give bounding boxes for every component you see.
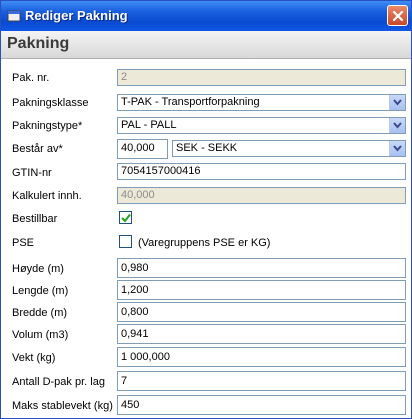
pakningstype-label: Pakningstype* xyxy=(12,120,83,132)
pakningsklasse-value: T-PAK - Transportforpakning xyxy=(121,96,260,108)
pak-nr-value: 2 xyxy=(121,71,128,83)
bestar-av-unit-value: SEK - SEKK xyxy=(176,142,238,154)
gtin-value: 7054157000416 xyxy=(121,165,201,177)
bestillbar-label: Bestillbar xyxy=(12,213,58,225)
antall-dpak-input[interactable]: 7 xyxy=(117,371,406,391)
bredde-input[interactable]: 0,800 xyxy=(117,302,406,322)
kalkulert-value: 40,000 xyxy=(121,189,155,201)
kalkulert-field: 40,000 xyxy=(117,187,406,204)
vekt-label: Vekt (kg) xyxy=(12,352,56,364)
pak-nr-label: Pak. nr. xyxy=(12,72,50,84)
gtin-input[interactable]: 7054157000416 xyxy=(117,163,406,180)
vekt-input[interactable]: 1 000,000 xyxy=(117,347,406,367)
bestar-av-unit-select[interactable]: SEK - SEKK xyxy=(172,140,406,157)
pse-label: PSE xyxy=(12,237,35,249)
lengde-label: Lengde (m) xyxy=(12,285,69,297)
pakningstype-select[interactable]: PAL - PALL xyxy=(117,117,406,134)
pakningsklasse-select[interactable]: T-PAK - Transportforpakning xyxy=(117,94,406,111)
bestar-av-quantity-input[interactable]: 40,000 xyxy=(117,139,168,159)
chevron-down-icon xyxy=(393,99,402,106)
maks-stablevekt-label: Maks stablevekt (kg) xyxy=(12,400,113,412)
hoyde-value: 0,980 xyxy=(121,262,149,274)
pak-nr-field: 2 xyxy=(117,69,406,86)
vekt-value: 1 000,000 xyxy=(121,351,170,363)
volum-label: Volum (m3) xyxy=(12,329,69,341)
pakningstype-value: PAL - PALL xyxy=(121,119,177,131)
dialog-window: Rediger Pakning Pakning Pak. nr. 2 Pakni… xyxy=(0,0,412,419)
maks-stablevekt-input[interactable]: 450 xyxy=(117,395,406,415)
bredde-label: Bredde (m) xyxy=(12,307,68,319)
antall-dpak-value: 7 xyxy=(121,375,128,387)
volum-input[interactable]: 0,941 xyxy=(117,324,406,344)
bredde-value: 0,800 xyxy=(121,306,149,318)
hoyde-label: Høyde (m) xyxy=(12,263,64,275)
gtin-label: GTIN-nr xyxy=(12,167,52,179)
bestar-av-unit-dropdown-button[interactable] xyxy=(389,141,405,156)
antall-dpak-label: Antall D-pak pr. lag xyxy=(12,376,105,388)
maks-stablevekt-value: 450 xyxy=(121,399,140,411)
close-icon xyxy=(392,10,404,22)
window-title: Rediger Pakning xyxy=(25,8,128,23)
volum-value: 0,941 xyxy=(121,328,149,340)
pakningsklasse-label: Pakningsklasse xyxy=(12,97,89,109)
pse-checkbox[interactable] xyxy=(119,235,132,248)
kalkulert-label: Kalkulert innh. xyxy=(12,190,82,202)
close-button[interactable] xyxy=(387,5,408,26)
window-icon xyxy=(7,9,21,23)
lengde-value: 1,200 xyxy=(121,284,149,296)
hoyde-input[interactable]: 0,980 xyxy=(117,258,406,278)
checkmark-icon xyxy=(121,213,131,223)
chevron-down-icon xyxy=(393,122,402,129)
pakningstype-dropdown-button[interactable] xyxy=(389,118,405,133)
lengde-input[interactable]: 1,200 xyxy=(117,280,406,300)
pakningsklasse-dropdown-button[interactable] xyxy=(389,95,405,110)
pse-note: (Varegruppens PSE er KG) xyxy=(138,237,271,249)
chevron-down-icon xyxy=(393,145,402,152)
bestar-av-quantity-value: 40,000 xyxy=(121,142,155,154)
bestar-av-label: Består av* xyxy=(12,143,63,155)
title-bar[interactable]: Rediger Pakning xyxy=(1,1,411,31)
section-title: Pakning xyxy=(7,35,70,52)
section-header: Pakning xyxy=(1,31,411,59)
bestillbar-checkbox[interactable] xyxy=(119,211,132,224)
